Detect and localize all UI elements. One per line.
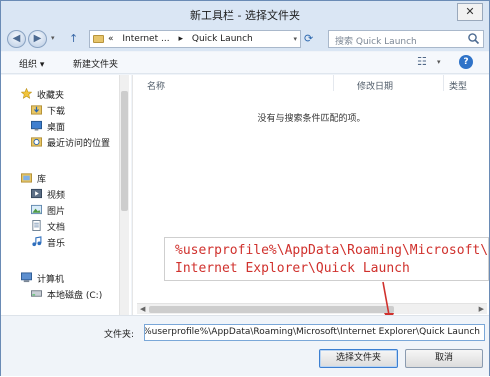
download-folder-icon: [31, 105, 42, 115]
breadcrumb-separator[interactable]: ▸: [178, 34, 183, 44]
search-input[interactable]: 搜索 Quick Launch: [328, 30, 484, 48]
nav-item-label: 视频: [47, 191, 66, 201]
column-header-type[interactable]: 类型: [449, 79, 467, 92]
nav-libraries-label: 库: [37, 175, 47, 185]
annotation-line-1: %userprofile%\AppData\Roaming\Microsoft\: [175, 243, 489, 258]
address-dropdown-icon[interactable]: ▾: [293, 35, 297, 43]
nav-item-label: 最近访问的位置: [47, 139, 111, 149]
folder-path-value: %userprofile%\AppData\Roaming\Microsoft\…: [144, 327, 480, 337]
select-folder-button[interactable]: 选择文件夹: [319, 349, 398, 368]
music-icon: [32, 236, 42, 247]
column-header-date[interactable]: 修改日期: [357, 79, 393, 92]
horizontal-scrollbar-thumb[interactable]: [149, 306, 394, 313]
column-separator: [333, 75, 334, 91]
up-arrow-icon[interactable]: ↑: [69, 32, 78, 45]
nav-scrollbar[interactable]: [119, 75, 129, 315]
view-dropdown-icon[interactable]: ▾: [437, 58, 441, 66]
folder-field-label: 文件夹:: [104, 330, 135, 340]
help-icon[interactable]: ?: [459, 55, 473, 69]
window-title: 新工具栏 - 选择文件夹: [190, 9, 300, 22]
recent-locations-dropdown-icon[interactable]: ▾: [51, 34, 55, 42]
column-separator: [443, 75, 444, 91]
new-folder-button[interactable]: 新建文件夹: [73, 57, 118, 70]
navigation-pane: 收藏夹 下载 桌面 最近访问的位置 库 视频 图片 文档 音乐 计算机 本地磁盘…: [1, 75, 131, 315]
search-placeholder: 搜索 Quick Launch: [335, 37, 417, 47]
folder-picker-dialog: 新工具栏 - 选择文件夹 ✕ ◀ ▶ ▾ ↑ « Internet ... ▸ …: [0, 0, 490, 376]
nav-scrollbar-thumb[interactable]: [121, 91, 128, 211]
close-button[interactable]: ✕: [457, 3, 483, 21]
nav-item-label: 图片: [47, 207, 66, 217]
breadcrumb-internet[interactable]: Internet ...: [122, 34, 169, 44]
dialog-footer: 文件夹: %userprofile%\AppData\Roaming\Micro…: [1, 315, 489, 376]
path-annotation: %userprofile%\AppData\Roaming\Microsoft\…: [164, 237, 489, 281]
cancel-button[interactable]: 取消: [405, 349, 483, 368]
column-header-name[interactable]: 名称: [147, 79, 165, 92]
command-bar: 组织 ▾ 新建文件夹 ☷ ▾ ?: [1, 52, 489, 74]
organize-menu[interactable]: 组织 ▾: [19, 57, 44, 70]
back-button[interactable]: ◀: [7, 30, 26, 48]
nav-item-label: 文档: [47, 223, 66, 233]
video-icon: [31, 188, 42, 199]
scroll-left-icon[interactable]: ◀: [140, 305, 145, 313]
nav-computer-label: 计算机: [37, 275, 65, 285]
folder-path-input[interactable]: %userprofile%\AppData\Roaming\Microsoft\…: [144, 324, 485, 341]
refresh-icon[interactable]: ⟳: [304, 32, 313, 45]
scroll-right-icon[interactable]: ▶: [479, 305, 484, 313]
breadcrumb-quick-launch[interactable]: Quick Launch: [192, 34, 253, 44]
view-options-icon[interactable]: ☷: [417, 55, 427, 68]
nav-item-label: 音乐: [47, 239, 66, 249]
nav-item-label: 本地磁盘 (C:): [47, 291, 103, 301]
forward-button[interactable]: ▶: [28, 30, 47, 48]
library-icon: [21, 173, 32, 183]
nav-item-label: 下载: [47, 107, 66, 117]
empty-results-message: 没有与搜索条件匹配的项。: [257, 114, 366, 124]
star-icon: [21, 88, 32, 99]
document-icon: [32, 220, 41, 231]
search-icon[interactable]: [467, 32, 480, 45]
annotation-line-2: Internet Explorer\Quick Launch: [175, 261, 410, 276]
address-bar[interactable]: « Internet ... ▸ Quick Launch ▾: [89, 30, 301, 48]
picture-icon: [31, 204, 42, 215]
computer-icon: [21, 272, 32, 283]
drive-icon: [31, 290, 42, 297]
address-row: ◀ ▶ ▾ ↑ « Internet ... ▸ Quick Launch ▾ …: [1, 27, 489, 51]
nav-favorites-label: 收藏夹: [37, 91, 65, 101]
nav-item-label: 桌面: [47, 123, 66, 133]
desktop-icon: [31, 120, 42, 131]
horizontal-scrollbar[interactable]: ◀ ▶: [137, 303, 487, 314]
breadcrumb: « Internet ... ▸ Quick Launch: [108, 34, 259, 44]
recent-places-icon: [31, 137, 42, 147]
folder-icon: [93, 35, 104, 43]
title-bar: 新工具栏 - 选择文件夹 ✕: [1, 1, 489, 27]
breadcrumb-overflow[interactable]: «: [108, 34, 114, 44]
